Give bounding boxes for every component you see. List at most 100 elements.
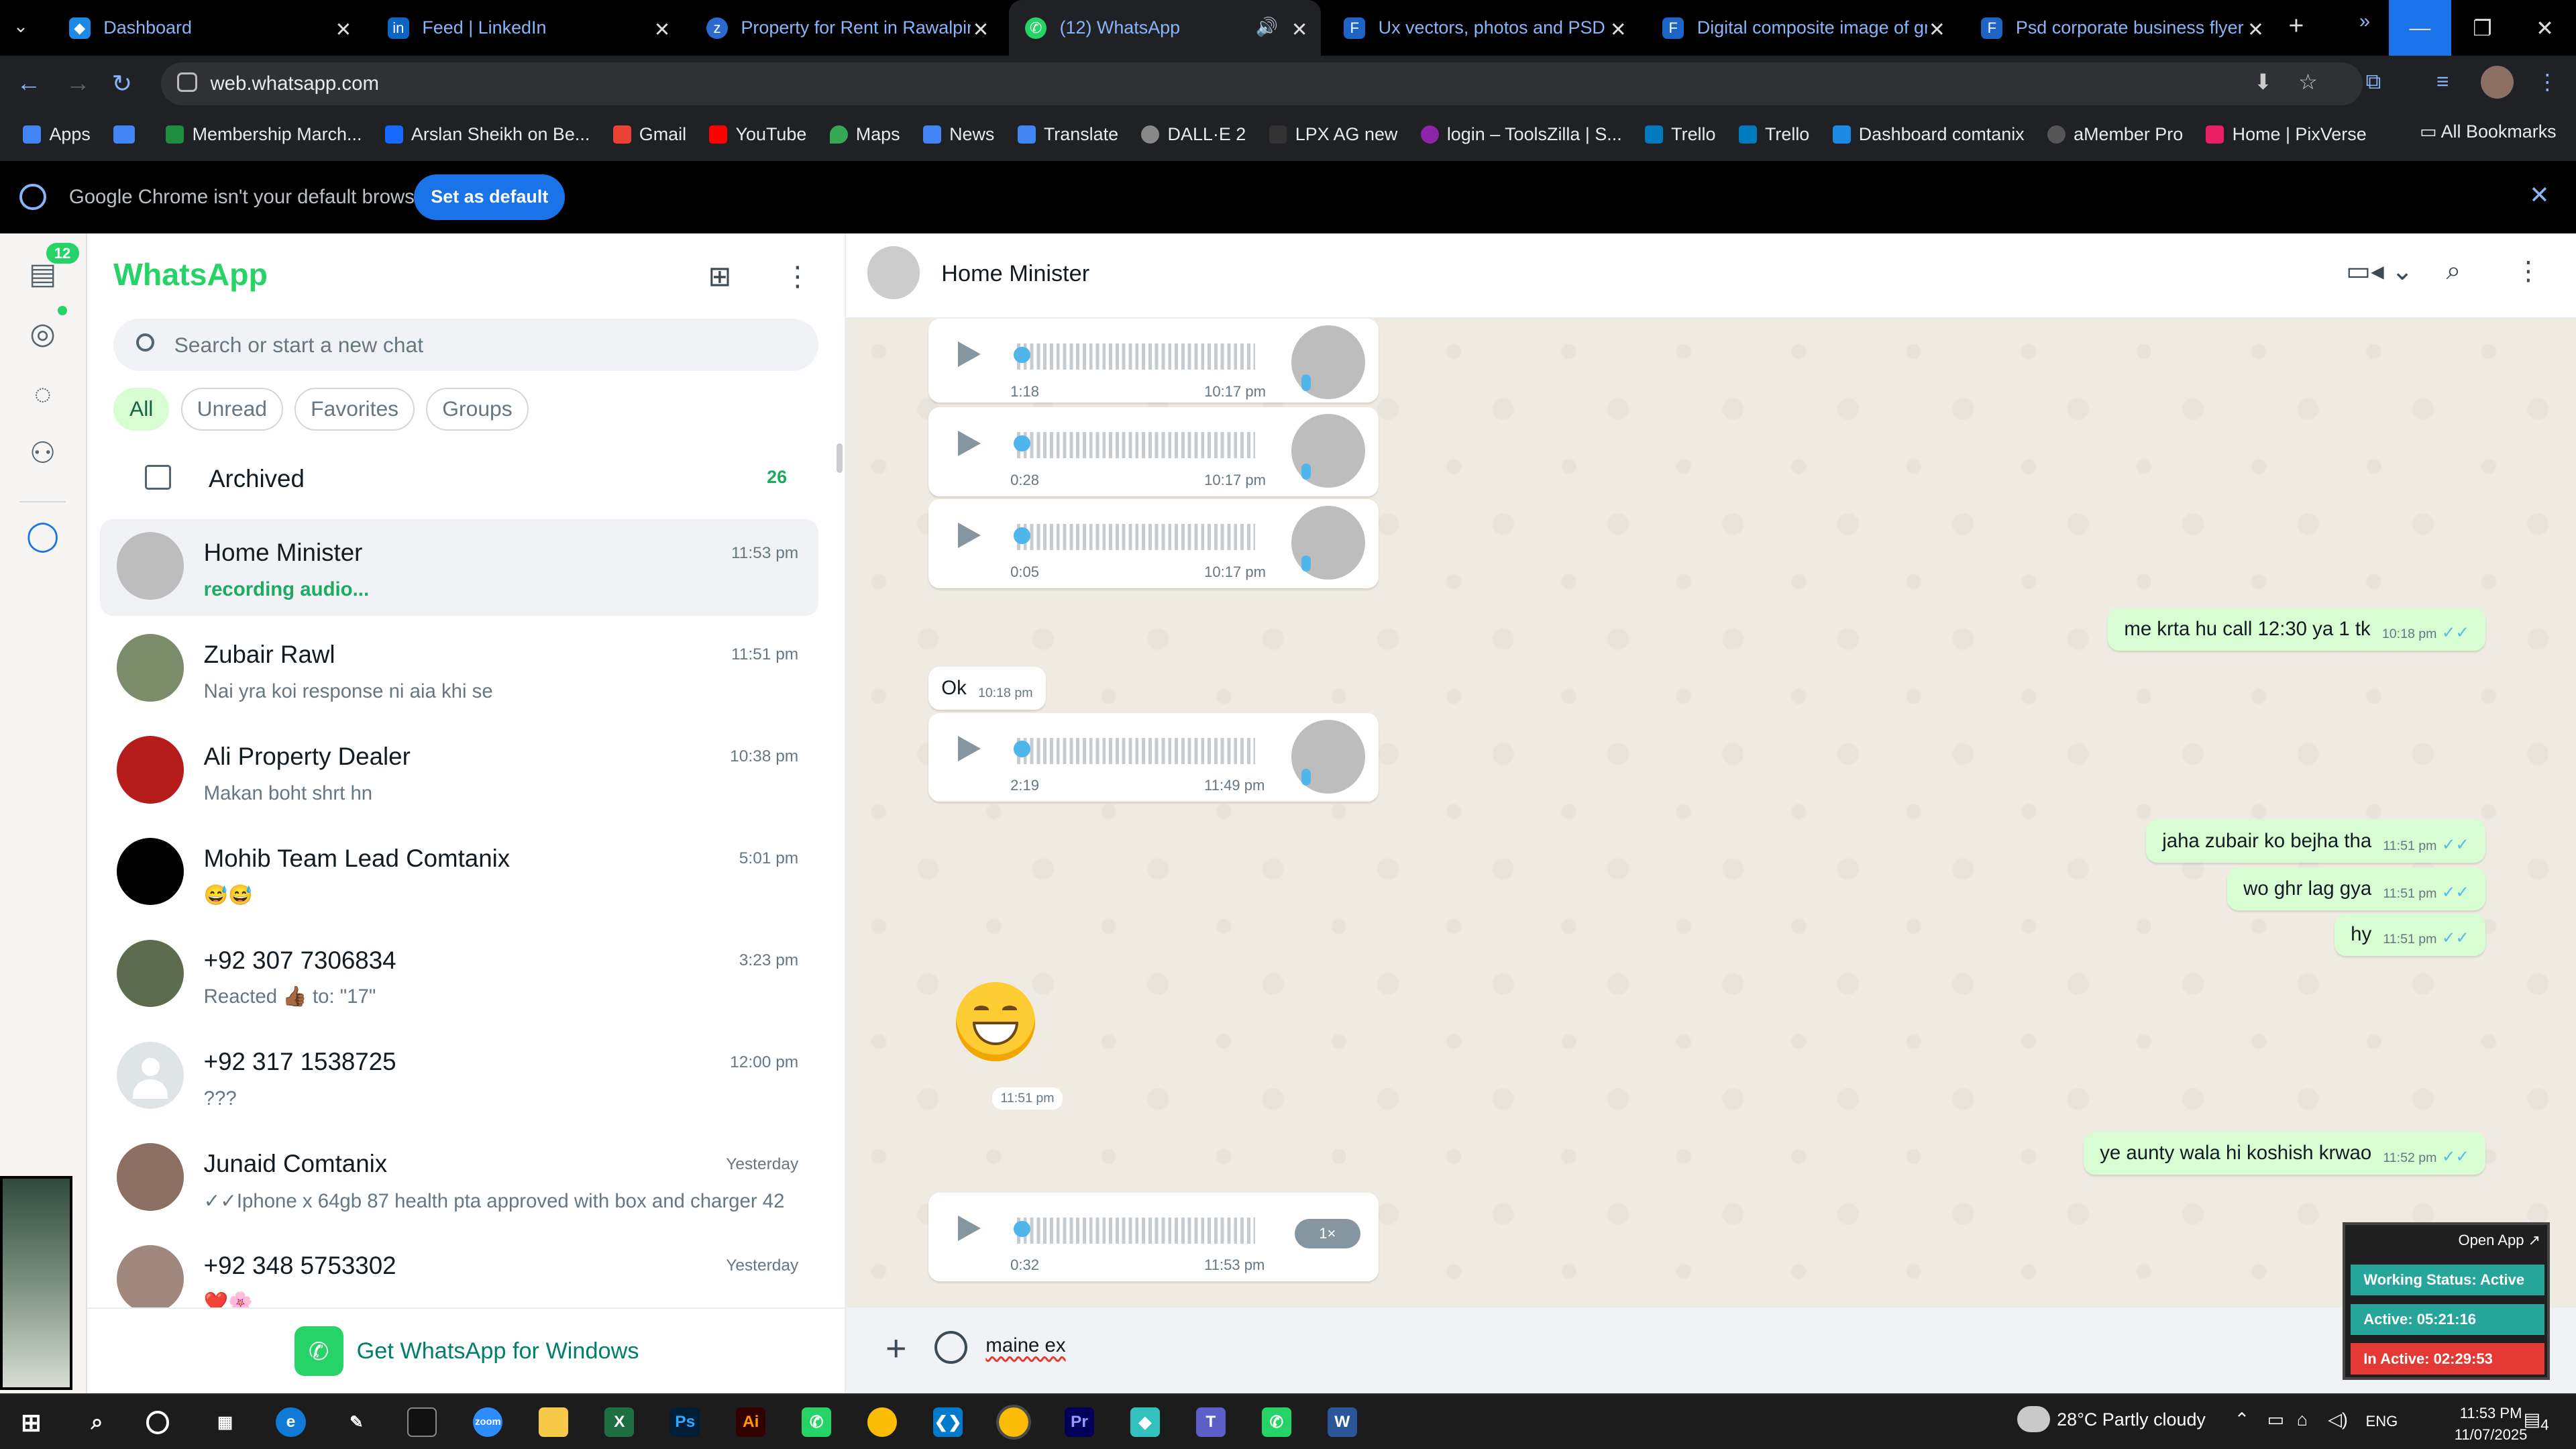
seek-knob[interactable] (1014, 435, 1030, 452)
volume-icon[interactable]: ◁) (2328, 1409, 2348, 1430)
tab-close-icon[interactable]: ✕ (2247, 18, 2264, 42)
chrome-menu-icon[interactable]: ⋮ (2536, 69, 2558, 95)
new-tab-plus-icon[interactable]: + (2288, 11, 2304, 41)
channels-icon[interactable]: ◌ (23, 374, 62, 414)
bookmark-star-icon[interactable]: ☆ (2298, 69, 2318, 95)
seek-knob[interactable] (1014, 346, 1030, 364)
excel-icon[interactable]: X (604, 1407, 635, 1438)
battery-icon[interactable]: ▭ (2267, 1409, 2284, 1430)
play-icon[interactable] (957, 1216, 981, 1242)
extensions-icon[interactable]: ⧉ (2366, 69, 2381, 95)
more-bookmarks-icon[interactable]: » (2359, 10, 2370, 33)
waveform[interactable] (1016, 1217, 1255, 1244)
search-input[interactable]: Search or start a new chat (113, 319, 818, 372)
phone-icon[interactable]: ✆ (802, 1407, 832, 1438)
infobar-close-icon[interactable]: ✕ (2529, 180, 2550, 209)
bookmark-behance[interactable]: Arslan Sheikh on Be... (384, 124, 590, 145)
bookmark-membership[interactable]: Membership March... (166, 124, 362, 145)
premiere-icon[interactable]: Pr (1064, 1407, 1095, 1438)
bookmark-youtube[interactable]: YouTube (709, 124, 806, 145)
scrollbar[interactable] (836, 443, 843, 474)
meta-ai-icon[interactable]: ◯ (23, 516, 62, 555)
cortana-icon[interactable] (146, 1411, 170, 1434)
get-whatsapp-windows-link[interactable]: ✆ Get WhatsApp for Windows (87, 1307, 847, 1393)
contact-avatar[interactable] (867, 246, 920, 299)
edge-icon[interactable]: e (276, 1407, 306, 1438)
video-call-icon[interactable]: ▭◂ ⌄ (2346, 256, 2413, 286)
tab-search-chevron-icon[interactable]: ⌄ (13, 16, 29, 37)
tab-close-icon[interactable]: ✕ (1291, 18, 1308, 42)
weather-text[interactable]: 28°C Partly cloudy (2057, 1409, 2206, 1430)
install-app-icon[interactable]: ⬇ (2254, 69, 2272, 95)
search-icon[interactable]: ⌕ (2447, 256, 2461, 286)
chat-item-0348[interactable]: +92 348 5753302 ❤️🌸 Yesterday (100, 1232, 818, 1308)
playback-speed-button[interactable]: 1× (1294, 1219, 1360, 1249)
speaker-icon[interactable]: 🔊 (1256, 16, 1279, 38)
tab-dashboard[interactable]: ◆ Dashboard ✕ (52, 0, 364, 56)
filter-favorites[interactable]: Favorites (294, 387, 415, 431)
seek-knob[interactable] (1014, 527, 1030, 544)
tab-close-icon[interactable]: ✕ (1929, 18, 1945, 42)
chat-item-home-minister[interactable]: Home Minister recording audio... 11:53 p… (100, 519, 818, 616)
outgoing-message[interactable]: jaha zubair ko bejha tha 11:51 pm ✓✓ (2145, 820, 2486, 863)
reload-icon[interactable]: ↻ (112, 69, 133, 98)
tab-freepik-composite[interactable]: F Digital composite image of gray ✕ (1646, 0, 1958, 56)
chat-item-0317[interactable]: +92 317 1538725 ??? 12:00 pm (100, 1028, 818, 1125)
voice-message[interactable]: 1:18 10:17 pm (928, 319, 1379, 402)
message-input[interactable]: maine ex (985, 1334, 1065, 1357)
chrome-icon[interactable] (867, 1407, 898, 1438)
incoming-message[interactable]: Ok 10:18 pm (928, 667, 1046, 710)
tab-close-icon[interactable]: ✕ (973, 18, 989, 42)
file-explorer-icon[interactable] (539, 1407, 569, 1438)
play-icon[interactable] (957, 736, 981, 762)
bookmark-grid[interactable] (113, 125, 143, 144)
voice-message[interactable]: 0:28 10:17 pm (928, 407, 1379, 496)
bookmark-toolszilla[interactable]: login – ToolsZilla | S... (1420, 124, 1622, 145)
attach-plus-icon[interactable]: + (885, 1328, 906, 1369)
outgoing-message[interactable]: ye aunty wala hi koshish krwao 11:52 pm … (2083, 1132, 2486, 1175)
chat-item-zubair[interactable]: Zubair Rawl Nai yra koi response ni aia … (100, 621, 818, 718)
task-view-icon[interactable]: ▦ (210, 1407, 239, 1437)
voice-message[interactable]: 0:32 11:53 pm 1× (928, 1192, 1379, 1282)
play-icon[interactable] (957, 522, 981, 548)
tray-chevron-icon[interactable]: ⌃ (2235, 1409, 2250, 1430)
bookmark-trello-2[interactable]: Trello (1738, 124, 1809, 145)
profile-avatar-icon[interactable] (2480, 65, 2514, 99)
menu-dots-icon[interactable]: ⋮ (784, 260, 812, 292)
open-app-link[interactable]: Open App ↗ (2458, 1232, 2540, 1249)
menu-dots-icon[interactable]: ⋮ (2515, 256, 2541, 286)
tab-property[interactable]: z Property for Rent in Rawalpindi ✕ (690, 0, 1002, 56)
bookmark-amember[interactable]: aMember Pro (2047, 124, 2183, 145)
outgoing-message[interactable]: hy 11:51 pm ✓✓ (2334, 913, 2486, 957)
tab-close-icon[interactable]: ✕ (335, 18, 352, 42)
contact-name[interactable]: Home Minister (941, 261, 1089, 287)
notifications-icon[interactable]: ▤4 (2524, 1409, 2549, 1434)
bookmark-translate[interactable]: Translate (1017, 124, 1118, 145)
minimize-button[interactable]: — (2388, 0, 2451, 56)
outgoing-message[interactable]: wo ghr lag gya 11:51 pm ✓✓ (2226, 867, 2486, 910)
bookmark-dashboard-comtanix[interactable]: Dashboard comtanix (1832, 124, 2025, 145)
filter-groups[interactable]: Groups (426, 387, 529, 431)
play-icon[interactable] (957, 430, 981, 456)
waveform[interactable] (1016, 432, 1255, 459)
bookmark-trello-1[interactable]: Trello (1645, 124, 1716, 145)
voice-message[interactable]: 2:19 11:49 pm (928, 712, 1379, 802)
forward-arrow-icon[interactable]: → (66, 69, 91, 97)
vscode-icon[interactable]: ❮❯ (933, 1407, 963, 1438)
filter-unread[interactable]: Unread (180, 387, 283, 431)
zoom-icon[interactable]: zoom (473, 1407, 503, 1438)
site-info-icon[interactable] (177, 72, 197, 93)
illustrator-icon[interactable]: Ai (736, 1407, 766, 1438)
clock[interactable]: 11:53 PM 11/07/2025 (2455, 1403, 2528, 1446)
chat-item-ali-property[interactable]: Ali Property Dealer Makan boht shrt hn 1… (100, 723, 818, 820)
bookmark-pixverse[interactable]: Home | PixVerse (2206, 124, 2367, 145)
waveform[interactable] (1016, 737, 1255, 764)
photoshop-icon[interactable]: Ps (670, 1407, 700, 1438)
network-icon[interactable]: ⌂ (2297, 1409, 2308, 1430)
weather-icon[interactable] (2017, 1405, 2051, 1433)
bookmark-gmail[interactable]: Gmail (612, 124, 686, 145)
play-icon[interactable] (957, 341, 981, 368)
all-bookmarks-button[interactable]: ▭ All Bookmarks (2420, 121, 2557, 142)
omnibox[interactable]: web.whatsapp.com (161, 62, 2363, 105)
seek-knob[interactable] (1014, 1220, 1030, 1238)
